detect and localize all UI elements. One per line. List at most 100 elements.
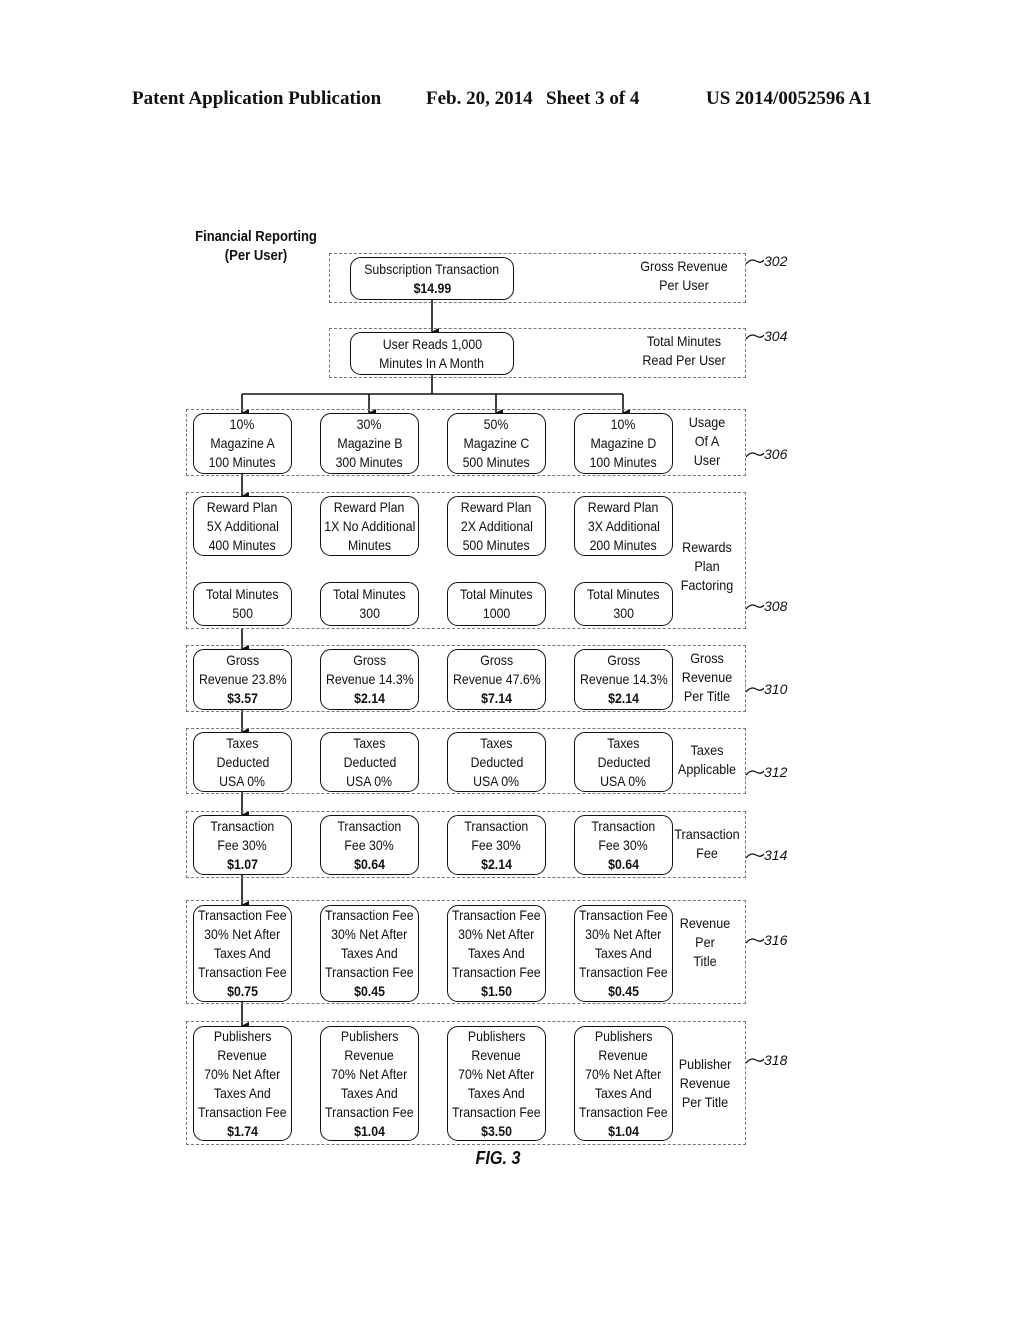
group-label-316: Revenue Per Title bbox=[668, 914, 742, 971]
usage-box-3: 50% Magazine C 500 Minutes bbox=[447, 413, 546, 474]
label-line: Publisher bbox=[678, 1056, 732, 1072]
box-amount: $7.14 bbox=[481, 690, 512, 706]
box-text: 30% Net After bbox=[331, 926, 408, 942]
reference-314: 314 bbox=[745, 847, 788, 863]
publisher-revenue-box-2: Publishers Revenue 70% Net After Taxes And T… bbox=[320, 1026, 419, 1141]
box-text: Deducted bbox=[470, 753, 523, 770]
net-revenue-box-3: Transaction Fee 30% Net After Taxes And Tra… bbox=[447, 905, 546, 1002]
box-text: 3X Additional bbox=[587, 517, 660, 534]
box-text: Taxes And bbox=[595, 1084, 652, 1101]
group-label-312: Taxes Applicable bbox=[673, 741, 741, 779]
box-amount: $2.14 bbox=[608, 690, 639, 706]
label-line: Per Title bbox=[683, 688, 731, 704]
box-text: Taxes And bbox=[468, 1084, 525, 1101]
box-text: USA 0% bbox=[346, 772, 393, 789]
box-amount: $3.50 bbox=[481, 1122, 512, 1139]
net-revenue-box-1: Transaction Fee 30% Net After Taxes And Tra… bbox=[193, 905, 292, 1002]
box-text: Reward Plan bbox=[334, 498, 405, 515]
box-text: Subscription Transaction bbox=[364, 260, 500, 277]
box-text: Transaction Fee bbox=[452, 964, 541, 980]
box-text: Taxes And bbox=[341, 1084, 398, 1101]
box-text: Reward Plan bbox=[461, 498, 532, 515]
label-line: Read Per User bbox=[642, 352, 726, 368]
label-line: Taxes bbox=[690, 742, 724, 758]
publisher-revenue-box-4: Publishers Revenue 70% Net After Taxes And T… bbox=[574, 1026, 673, 1141]
box-text: 100 Minutes bbox=[208, 454, 277, 470]
transaction-fee-box-1: Transaction Fee 30% $1.07 bbox=[193, 815, 292, 875]
leader-line-icon bbox=[745, 1058, 765, 1064]
box-text: 400 Minutes bbox=[208, 536, 277, 553]
box-text: Revenue bbox=[471, 1046, 522, 1063]
box-amount: $0.75 bbox=[227, 983, 258, 999]
box-text: Transaction Fee bbox=[198, 964, 287, 980]
box-text: 1X No Additional bbox=[323, 517, 416, 534]
label-line: Applicable bbox=[677, 761, 737, 777]
box-text: Revenue 47.6% bbox=[452, 671, 541, 687]
box-text: 70% Net After bbox=[331, 1065, 408, 1082]
leader-line-icon bbox=[745, 334, 765, 340]
box-amount: $2.14 bbox=[481, 855, 512, 872]
reward-plan-box-4: Reward Plan 3X Additional 200 Minutes bbox=[574, 496, 673, 556]
box-text: Revenue 14.3% bbox=[579, 671, 668, 687]
label-line: Factoring bbox=[680, 577, 734, 593]
box-text: 30% Net After bbox=[585, 926, 662, 942]
box-text: Reward Plan bbox=[588, 498, 659, 515]
box-text: Transaction Fee bbox=[579, 1103, 668, 1120]
net-revenue-box-2: Transaction Fee 30% Net After Taxes And Tra… bbox=[320, 905, 419, 1002]
leader-line-icon bbox=[745, 687, 765, 693]
usage-box-4: 10% Magazine D 100 Minutes bbox=[574, 413, 673, 474]
box-amount: $1.04 bbox=[608, 1122, 639, 1139]
box-amount: $3.57 bbox=[227, 690, 258, 706]
total-minutes-box-4: Total Minutes 300 bbox=[574, 582, 673, 626]
box-text: Taxes bbox=[353, 734, 386, 751]
box-text: Fee 30% bbox=[471, 836, 522, 853]
box-text: Transaction Fee bbox=[325, 1103, 414, 1120]
label-line: Fee bbox=[696, 845, 718, 861]
label-line: Of A bbox=[694, 433, 720, 449]
box-amount: $1.07 bbox=[227, 855, 258, 872]
label-line: Gross bbox=[690, 650, 724, 666]
user-reads-box: User Reads 1,000 Minutes In A Month bbox=[350, 332, 514, 375]
box-text: Transaction bbox=[337, 817, 402, 834]
reference-number: 304 bbox=[764, 328, 788, 344]
box-text: 30% Net After bbox=[458, 926, 535, 942]
box-text: Deducted bbox=[597, 753, 650, 770]
box-text: 2X Additional bbox=[460, 517, 533, 534]
reference-number: 314 bbox=[764, 847, 788, 863]
total-minutes-box-2: Total Minutes 300 bbox=[320, 582, 419, 626]
label-line: Per Title bbox=[681, 1094, 729, 1110]
reference-number: 310 bbox=[764, 681, 788, 697]
box-text: Revenue 14.3% bbox=[325, 671, 414, 687]
group-label-302: Gross Revenue Per User bbox=[628, 257, 740, 295]
box-text: Revenue 23.8% bbox=[198, 671, 287, 687]
label-line: Revenue bbox=[679, 1075, 731, 1091]
label-line: Transaction bbox=[674, 826, 740, 842]
subscription-transaction-box: Subscription Transaction $14.99 bbox=[350, 257, 514, 300]
reference-316: 316 bbox=[745, 932, 787, 948]
box-text: Taxes bbox=[226, 734, 259, 751]
box-amount: $14.99 bbox=[413, 279, 451, 296]
label-line: Per bbox=[695, 934, 715, 950]
publisher-revenue-box-3: Publishers Revenue 70% Net After Taxes And T… bbox=[447, 1026, 546, 1141]
box-text: Taxes And bbox=[214, 1084, 271, 1101]
box-text: Transaction Fee bbox=[579, 907, 668, 923]
box-text: Minutes bbox=[347, 536, 392, 553]
box-text: Taxes And bbox=[468, 945, 525, 961]
box-text: Transaction Fee bbox=[198, 1103, 287, 1120]
label-line: Revenue bbox=[679, 915, 731, 931]
total-minutes-box-3: Total Minutes 1000 bbox=[447, 582, 546, 626]
box-amount: $0.64 bbox=[608, 855, 639, 872]
box-text: Taxes And bbox=[214, 945, 271, 961]
reference-308: 308 bbox=[745, 598, 787, 614]
reference-number: 318 bbox=[764, 1052, 788, 1068]
reference-304: 304 bbox=[745, 328, 788, 344]
box-amount: $0.45 bbox=[608, 983, 639, 999]
label-line: Rewards bbox=[682, 539, 732, 555]
reference-318: 318 bbox=[745, 1052, 788, 1068]
box-text: 500 Minutes bbox=[462, 536, 531, 553]
group-label-304: Total Minutes Read Per User bbox=[628, 332, 740, 370]
usage-box-1: 10% Magazine A 100 Minutes bbox=[193, 413, 292, 474]
box-amount: $1.04 bbox=[354, 1122, 385, 1139]
box-amount: $0.45 bbox=[354, 983, 385, 999]
box-text: 500 Minutes bbox=[462, 454, 531, 470]
